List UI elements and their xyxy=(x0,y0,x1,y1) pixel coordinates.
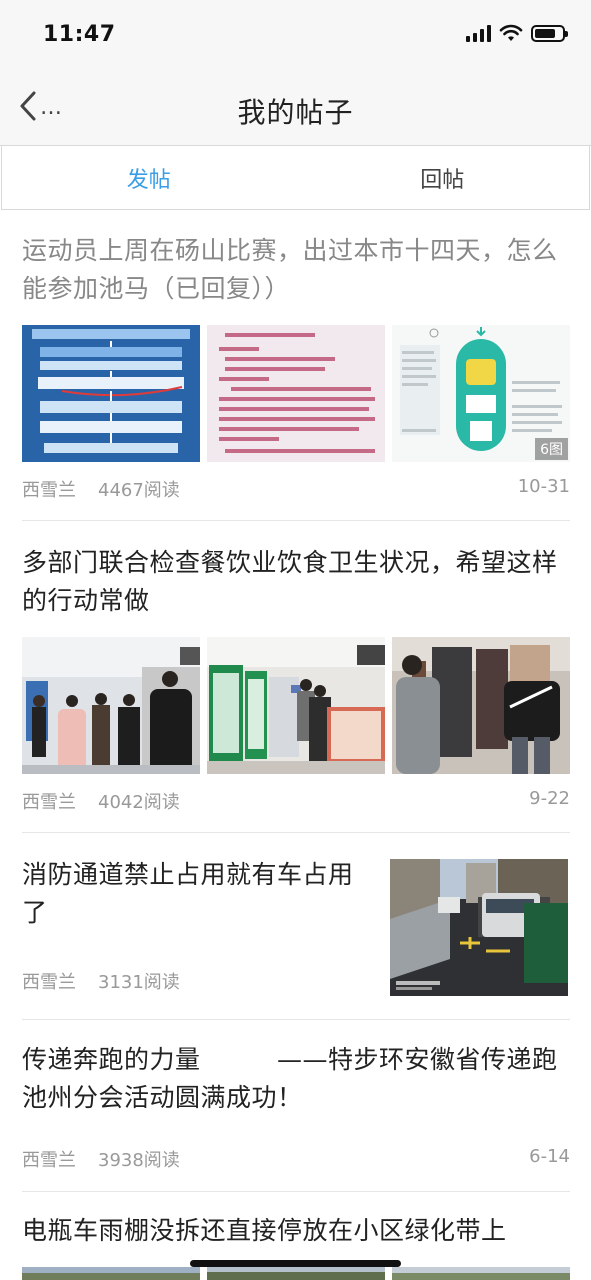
post-images[interactable] xyxy=(22,637,570,774)
list-item[interactable]: 运动员上周在砀山比赛，出过本市十四天，怎么能参加池马（已回复）） xyxy=(22,232,570,308)
tab-posts[interactable]: 发帖 xyxy=(2,146,296,209)
post-read-count: 4042阅读 xyxy=(98,792,180,813)
post-read-count: 3131阅读 xyxy=(98,972,180,993)
post-author: 西雪兰 xyxy=(22,792,76,813)
post-meta: 西雪兰 3938阅读 6-14 xyxy=(22,1146,570,1172)
post-meta: 西雪兰 4467阅读 10-31 xyxy=(22,476,570,502)
post-date: 9-22 xyxy=(529,788,570,809)
post-title[interactable]: 运动员上周在砀山比赛，出过本市十四天，怎么能参加池马（已回复）） xyxy=(22,232,570,308)
post-read-count: 3938阅读 xyxy=(98,1150,180,1171)
post-thumbnail[interactable] xyxy=(392,1266,570,1280)
home-indicator[interactable] xyxy=(190,1260,401,1267)
post-thumbnail[interactable] xyxy=(22,637,200,774)
list-item[interactable]: 传递奔跑的力量 ——特步环安徽省传递跑池州分会活动圆满成功！ xyxy=(22,1041,570,1117)
post-thumbnail[interactable] xyxy=(392,637,570,774)
list-item[interactable]: 电瓶车雨棚没拆还直接停放在小区绿化带上 xyxy=(22,1212,570,1250)
post-title[interactable]: 电瓶车雨棚没拆还直接停放在小区绿化带上 xyxy=(22,1212,570,1250)
divider xyxy=(22,1191,570,1192)
status-time: 11:47 xyxy=(43,22,116,47)
divider xyxy=(22,1019,570,1020)
post-meta: 西雪兰 3131阅读 xyxy=(22,968,362,994)
divider xyxy=(22,832,570,833)
status-icons xyxy=(466,24,568,42)
post-title[interactable]: 消防通道禁止占用就有车占用了 xyxy=(22,856,362,932)
post-author: 西雪兰 xyxy=(22,1150,76,1171)
battery-icon xyxy=(531,24,568,42)
page-title: 我的帖子 xyxy=(237,96,354,129)
post-author: 西雪兰 xyxy=(22,972,76,993)
post-thumbnail[interactable] xyxy=(22,1266,200,1280)
post-images[interactable]: 6图 xyxy=(22,325,570,462)
post-title[interactable]: 传递奔跑的力量 ——特步环安徽省传递跑池州分会活动圆满成功！ xyxy=(22,1041,570,1117)
post-date: 6-14 xyxy=(529,1146,570,1167)
post-read-count: 4467阅读 xyxy=(98,480,180,501)
list-item[interactable]: 多部门联合检查餐饮业饮食卫生状况，希望这样的行动常做 xyxy=(22,544,570,620)
post-meta: 西雪兰 4042阅读 9-22 xyxy=(22,788,570,814)
tab-replies[interactable]: 回帖 xyxy=(296,146,590,209)
post-author: 西雪兰 xyxy=(22,480,76,501)
post-date: 10-31 xyxy=(517,476,570,497)
wifi-icon xyxy=(499,24,523,41)
post-thumbnail[interactable]: 6图 xyxy=(392,325,570,462)
post-thumbnail[interactable] xyxy=(207,1266,385,1280)
cellular-signal-icon xyxy=(466,24,491,42)
nav-bar: … 我的帖子 xyxy=(0,68,591,146)
post-thumbnail[interactable] xyxy=(207,325,385,462)
divider xyxy=(22,520,570,521)
tab-bar: 发帖 回帖 xyxy=(1,146,590,210)
image-count-badge: 6图 xyxy=(535,438,568,460)
status-bar: 11:47 xyxy=(0,0,591,68)
post-thumbnail[interactable] xyxy=(22,325,200,462)
post-title[interactable]: 多部门联合检查餐饮业饮食卫生状况，希望这样的行动常做 xyxy=(22,544,570,620)
post-thumbnail[interactable] xyxy=(390,859,568,996)
post-images[interactable] xyxy=(22,1266,570,1280)
list-item[interactable]: 消防通道禁止占用就有车占用了 xyxy=(22,856,362,932)
post-thumbnail[interactable] xyxy=(207,637,385,774)
